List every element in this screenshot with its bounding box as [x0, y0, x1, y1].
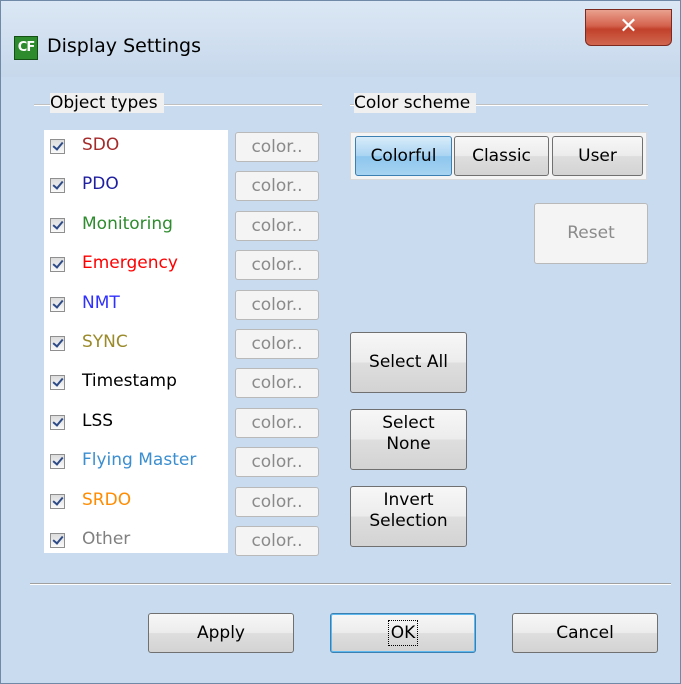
object-type-label: SRDO	[82, 490, 132, 510]
object-type-color-button[interactable]: color..	[235, 368, 319, 398]
object-type-label: NMT	[82, 293, 120, 313]
object-type-color-button[interactable]: color..	[235, 290, 319, 320]
object-type-checkbox[interactable]	[50, 139, 65, 154]
scheme-classic-button[interactable]: Classic	[454, 136, 549, 176]
scheme-colorful-button[interactable]: Colorful	[355, 136, 452, 176]
object-type-checkbox[interactable]	[50, 415, 65, 430]
object-type-label: Emergency	[82, 253, 178, 273]
object-type-color-button[interactable]: color..	[235, 408, 319, 438]
object-type-checkbox[interactable]	[50, 454, 65, 469]
select-none-button[interactable]: Select None	[350, 409, 467, 470]
object-types-label: Object types	[50, 93, 164, 113]
apply-button[interactable]: Apply	[148, 613, 294, 653]
object-type-color-button[interactable]: color..	[235, 132, 319, 162]
object-type-label: SYNC	[82, 332, 128, 352]
object-type-color-button[interactable]: color..	[235, 211, 319, 241]
object-type-checkbox[interactable]	[50, 533, 65, 548]
object-type-color-button[interactable]: color..	[235, 250, 319, 280]
object-type-checkbox[interactable]	[50, 297, 65, 312]
close-icon: ✕	[619, 14, 638, 39]
close-button[interactable]: ✕	[585, 9, 672, 46]
cancel-button[interactable]: Cancel	[512, 613, 658, 653]
invert-selection-button[interactable]: Invert Selection	[350, 486, 467, 547]
object-type-color-button[interactable]: color..	[235, 329, 319, 359]
object-type-checkbox[interactable]	[50, 494, 65, 509]
select-all-button[interactable]: Select All	[350, 332, 467, 393]
object-type-checkbox[interactable]	[50, 336, 65, 351]
app-icon: CF	[14, 36, 38, 60]
object-type-label: PDO	[82, 174, 119, 194]
object-type-label: Timestamp	[82, 371, 177, 391]
footer-separator	[30, 583, 671, 585]
object-type-label: Other	[82, 529, 131, 549]
object-type-color-button[interactable]: color..	[235, 487, 319, 517]
reset-button[interactable]: Reset	[534, 203, 648, 264]
object-type-color-button[interactable]: color..	[235, 526, 319, 556]
object-type-list	[44, 130, 228, 553]
object-type-color-button[interactable]: color..	[235, 447, 319, 477]
object-type-label: SDO	[82, 135, 120, 155]
ok-button[interactable]: OK	[330, 613, 476, 653]
object-type-checkbox[interactable]	[50, 218, 65, 233]
object-type-checkbox[interactable]	[50, 178, 65, 193]
title-bar[interactable]: CF Display Settings ✕	[1, 1, 680, 77]
scheme-user-button[interactable]: User	[552, 136, 643, 176]
object-type-label: Monitoring	[82, 214, 173, 234]
object-type-label: LSS	[82, 411, 114, 431]
object-type-color-button[interactable]: color..	[235, 171, 319, 201]
window-title: Display Settings	[47, 35, 202, 57]
object-type-checkbox[interactable]	[50, 257, 65, 272]
color-scheme-label: Color scheme	[354, 93, 477, 113]
object-type-checkbox[interactable]	[50, 375, 65, 390]
object-type-label: Flying Master	[82, 450, 197, 470]
